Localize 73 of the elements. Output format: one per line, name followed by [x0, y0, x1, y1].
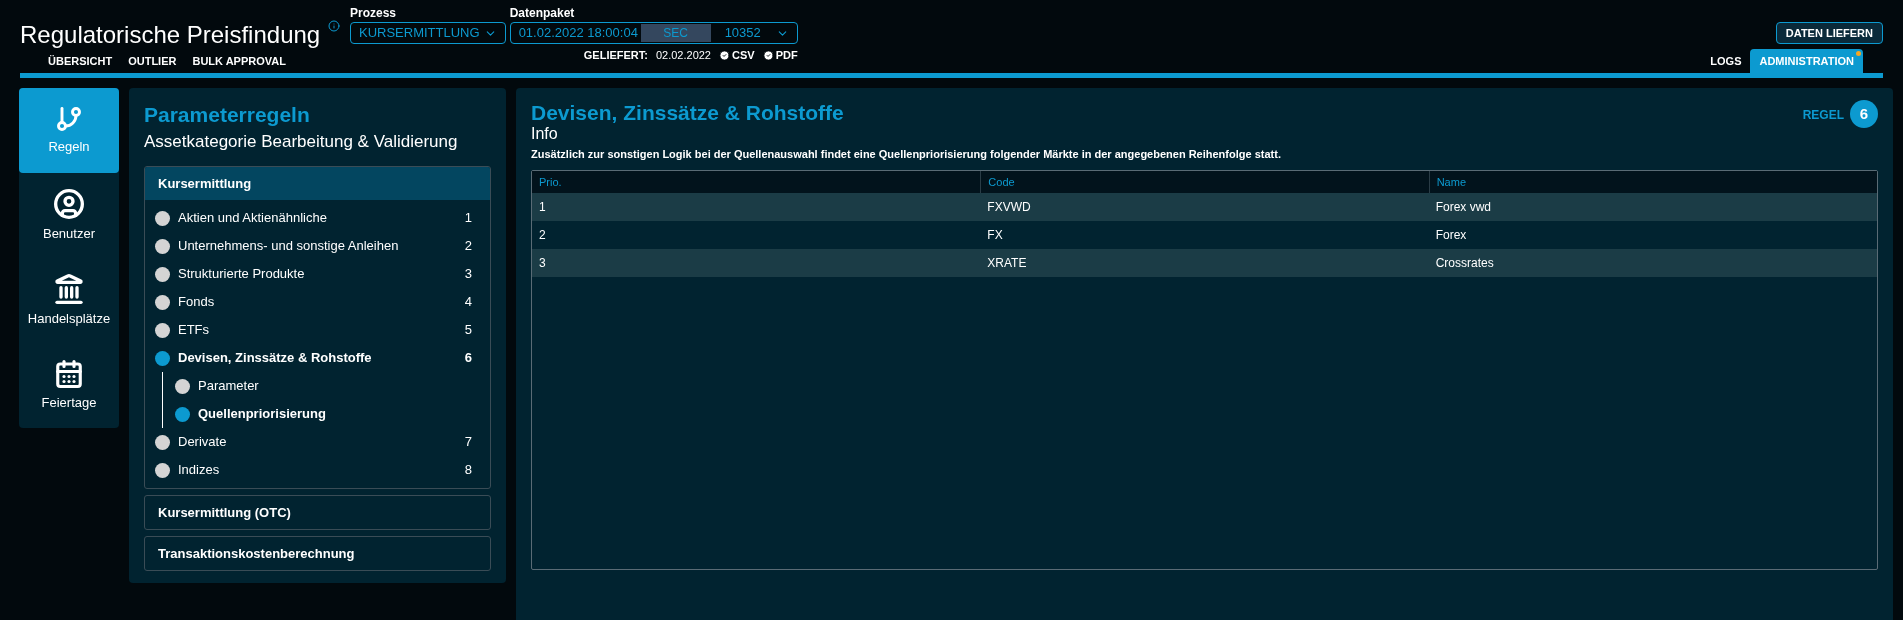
package-tag: SEC	[640, 24, 711, 42]
category-number: 7	[464, 433, 472, 452]
subcategory-item[interactable]: Parameter	[175, 372, 490, 400]
package-number: 10352	[724, 24, 761, 43]
file-format-label: CSV	[732, 48, 755, 63]
subcategory-label: Quellenpriorisierung	[198, 405, 326, 424]
bank-building-icon	[53, 272, 85, 305]
category-item[interactable]: ETFs 5	[145, 316, 490, 344]
file-format-label: PDF	[775, 48, 798, 63]
info-icon	[328, 20, 341, 32]
category-item[interactable]: Unternehmens- und sonstige Anleihen 2	[145, 232, 490, 260]
category-label: Devisen, Zinssätze & Rohstoffe	[178, 349, 372, 368]
category-label: Derivate	[178, 433, 227, 452]
panel-title: Parameterregeln	[144, 102, 311, 128]
category-number: 5	[464, 321, 472, 340]
nav-tab[interactable]: LOGS	[1701, 49, 1751, 73]
calendar-icon	[54, 358, 84, 389]
delivered-label: GELIEFERT:	[583, 48, 648, 63]
category-item[interactable]: Derivate 7	[145, 428, 490, 456]
subcategory-label: Parameter	[198, 377, 259, 396]
side-nav-item[interactable]: Handelsplätze	[19, 258, 119, 343]
category-label: Unternehmens- und sonstige Anleihen	[178, 237, 399, 256]
table-cell-text: Forex	[1434, 227, 1468, 244]
category-label: ETFs	[178, 321, 210, 340]
category-item[interactable]: Fonds 4	[145, 288, 490, 316]
group-header[interactable]: Kursermittlung (OTC)	[145, 496, 490, 529]
category-number: 2	[464, 237, 472, 256]
info-description: Zusätzlich zur sonstigen Logik bei der Quellenauswahl findet eine Quellenpriorisierung folgender Märkte in der angegebenen Reihenfolge statt.	[531, 147, 1282, 162]
nav-tab[interactable]: OUTLIER	[120, 49, 185, 73]
table-cell-text: XRATE	[986, 255, 1028, 272]
rule-label: REGEL	[1802, 107, 1844, 124]
category-number: 3	[464, 265, 472, 284]
nav-tab[interactable]: BULK APPROVAL	[184, 49, 294, 73]
category-label: Aktien und Aktienähnliche	[178, 209, 327, 228]
table-cell-text: Forex vwd	[1434, 199, 1492, 216]
table-cell-text: FX	[986, 227, 1004, 244]
side-nav-item[interactable]: Feiertage	[19, 343, 119, 428]
data-package-dropdown[interactable]: 01.02.2022 18:00:04 SEC 10352	[509, 22, 798, 44]
category-number: 4	[464, 293, 472, 312]
user-icon	[53, 187, 85, 220]
table-cell-text: FXVWD	[986, 199, 1032, 216]
rule-number-badge: 6	[1850, 100, 1878, 128]
category-item[interactable]: Indizes 8	[145, 456, 490, 484]
package-date: 01.02.2022 18:00:04	[518, 24, 639, 43]
category-number: 8	[464, 461, 472, 480]
field-label: Prozess	[350, 6, 398, 20]
table-cell-text: 1	[538, 199, 547, 216]
category-item[interactable]: Strukturierte Produkte 3	[145, 260, 490, 288]
detail-title: Devisen, Zinssätze & Rohstoffe	[531, 100, 844, 126]
field-label: Datenpaket	[509, 6, 576, 20]
panel-subtitle: Assetkategorie Bearbeitung & Validierung	[144, 131, 459, 153]
subcategory-item[interactable]: Quellenpriorisierung	[175, 400, 490, 428]
group-header[interactable]: Kursermittlung	[145, 167, 490, 200]
category-item[interactable]: Aktien und Aktienähnliche 1	[145, 204, 490, 232]
category-label: Strukturierte Produkte	[178, 265, 305, 284]
category-label: Indizes	[178, 461, 220, 480]
group-header[interactable]: Transaktionskostenberechnung	[145, 537, 490, 570]
column-header: Prio.	[538, 174, 563, 190]
table-cell-text: 3	[538, 255, 547, 272]
category-number: 6	[464, 349, 472, 368]
nav-tab[interactable]: ÜBERSICHT	[40, 49, 121, 73]
table-cell-text: Crossrates	[1434, 255, 1495, 272]
category-number: 1	[464, 209, 472, 228]
deliver-data-button[interactable]: DATEN LIEFERN	[1775, 22, 1883, 44]
branch-icon	[55, 104, 83, 133]
info-heading: Info	[531, 124, 559, 144]
table-cell-text: 2	[538, 227, 547, 244]
process-dropdown[interactable]: KURSERMITTLUNG	[350, 22, 506, 44]
delivered-date: 02.02.2022	[655, 48, 711, 63]
app-title: Regulatorische Preisfindung	[20, 20, 321, 50]
category-label: Fonds	[178, 293, 215, 312]
category-item[interactable]: Devisen, Zinssätze & Rohstoffe 6	[145, 344, 490, 372]
side-nav-item[interactable]: Benutzer	[19, 173, 119, 258]
